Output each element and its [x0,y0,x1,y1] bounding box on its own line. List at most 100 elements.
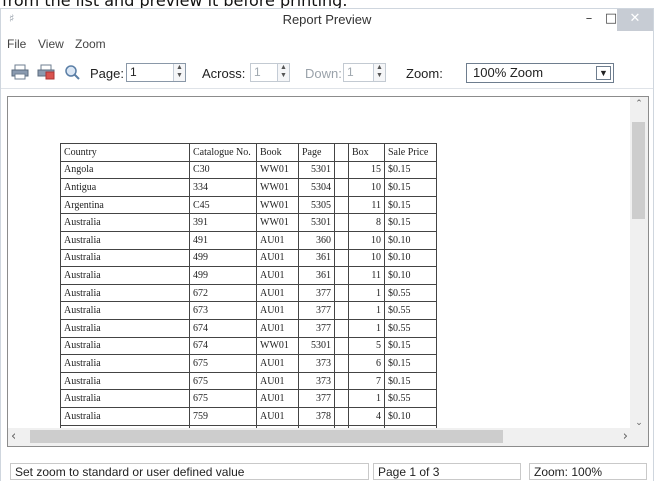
cell-country: Angola [60,160,190,180]
cell-box: 6 [348,354,385,373]
report-preview-window: ♯ Report Preview – □ ✕ File View Zoom Pa… [0,8,654,482]
report-table: Country Catalogue No. Book Page Box Sale… [60,143,437,430]
cell-blank [334,213,349,232]
cell-country: Antigua [60,178,190,197]
menu-zoom[interactable]: Zoom [75,37,106,51]
scroll-right-icon[interactable]: › [623,429,628,444]
cell-blank [334,230,349,250]
cell-catalogue-no: 673 [189,301,257,320]
page-spin-arrows-icon[interactable]: ▲ ▼ [173,64,185,81]
cell-book: AU01 [256,318,299,338]
cell-country: Australia [60,230,190,250]
cell-book: WW01 [256,160,299,180]
scroll-down-icon[interactable]: ⌄ [630,418,648,428]
window-title: Report Preview [282,12,372,27]
cell-sale-price: $0.15 [384,195,437,215]
cell-blank [334,195,349,215]
across-spin-arrows-icon[interactable]: ▲ ▼ [277,64,289,81]
scroll-left-icon[interactable]: ‹ [11,429,16,444]
cell-sale-price: $0.10 [384,230,437,250]
zoom-select[interactable]: 100% Zoom ▼ [466,63,614,83]
magnifier-icon[interactable] [63,64,81,80]
chevron-down-icon[interactable]: ▼ [596,66,611,80]
table-row: Australia 759 AU01 378 4 $0.10 [60,406,437,426]
cell-box: 1 [348,301,385,320]
print-icon[interactable] [11,64,29,80]
cell-catalogue-no: 675 [189,371,257,391]
cell-book: AU01 [256,354,299,373]
cell-sale-price: $0.10 [384,266,437,285]
page-value: 1 [130,65,137,79]
cell-box: 10 [348,248,385,268]
cell-sale-price: $0.10 [384,406,437,426]
cell-book: AU01 [256,389,299,408]
status-hint: Set zoom to standard or user defined val… [10,463,369,480]
cell-page: 377 [298,301,335,320]
cell-book: WW01 [256,336,299,356]
across-spinner[interactable]: 1 ▲ ▼ [250,63,290,82]
menu-file[interactable]: File [7,37,26,51]
cell-country: Australia [60,389,190,408]
cell-blank [334,301,349,320]
across-value: 1 [254,65,261,79]
cell-page: 5301 [298,336,335,356]
cell-sale-price: $0.15 [384,178,437,197]
table-row: Australia 499 AU01 361 11 $0.10 [60,266,437,285]
cell-sale-price: $0.55 [384,389,437,408]
header-box: Box [348,143,385,162]
cell-sale-price: $0.15 [384,213,437,232]
table-row: Australia 675 AU01 377 1 $0.55 [60,389,437,408]
cell-box: 1 [348,318,385,338]
cell-page: 377 [298,318,335,338]
menu-view[interactable]: View [38,37,64,51]
report-table-body: Angola C30 WW01 5301 15 $0.15 Antigua 334 WW01 53… [60,160,437,430]
cell-country: Australia [60,301,190,320]
cell-country: Australia [60,213,190,232]
cell-catalogue-no: 499 [189,266,257,285]
down-spin-arrows-icon[interactable]: ▲ ▼ [373,64,385,81]
cell-box: 5 [348,336,385,356]
table-row: Angola C30 WW01 5301 15 $0.15 [60,160,437,180]
horizontal-scrollbar[interactable]: ‹ › [8,428,648,446]
vertical-scroll-thumb[interactable] [632,122,645,219]
cell-blank [334,318,349,338]
report-page: Country Catalogue No. Book Page Box Sale… [8,97,632,430]
cell-page: 373 [298,371,335,391]
close-button[interactable]: ✕ [617,9,653,31]
down-spinner[interactable]: 1 ▲ ▼ [343,63,386,82]
cell-country: Australia [60,371,190,391]
down-value: 1 [347,65,354,79]
scroll-up-icon[interactable]: ⌃ [630,99,648,109]
cell-box: 4 [348,406,385,426]
table-row: Australia 499 AU01 361 10 $0.10 [60,248,437,268]
vertical-scrollbar[interactable]: ⌃ ⌄ [630,97,648,430]
cell-box: 15 [348,160,385,180]
cell-page: 377 [298,389,335,408]
cell-catalogue-no: 759 [189,406,257,426]
table-row: Australia 673 AU01 377 1 $0.55 [60,301,437,320]
cell-catalogue-no: C45 [189,195,257,215]
cell-blank [334,266,349,285]
cell-blank [334,354,349,373]
status-page: Page 1 of 3 [373,463,521,480]
table-row: Australia 674 AU01 377 1 $0.55 [60,318,437,338]
print-setup-icon[interactable] [37,64,55,80]
cell-box: 10 [348,178,385,197]
header-country: Country [60,143,190,162]
cell-catalogue-no: 675 [189,354,257,373]
cell-page: 5304 [298,178,335,197]
cell-sale-price: $0.10 [384,248,437,268]
cell-country: Australia [60,266,190,285]
cell-book: AU01 [256,406,299,426]
page-spinner[interactable]: 1 ▲ ▼ [126,63,186,82]
cell-blank [334,248,349,268]
horizontal-scroll-thumb[interactable] [30,430,503,443]
header-sale-price: Sale Price [384,143,437,162]
cell-blank [334,406,349,426]
table-row: Australia 675 AU01 373 7 $0.15 [60,371,437,391]
cell-catalogue-no: 674 [189,318,257,338]
cell-box: 8 [348,213,385,232]
cell-blank [334,178,349,197]
cell-sale-price: $0.15 [384,354,437,373]
title-bar: ♯ Report Preview – □ ✕ [1,9,653,33]
